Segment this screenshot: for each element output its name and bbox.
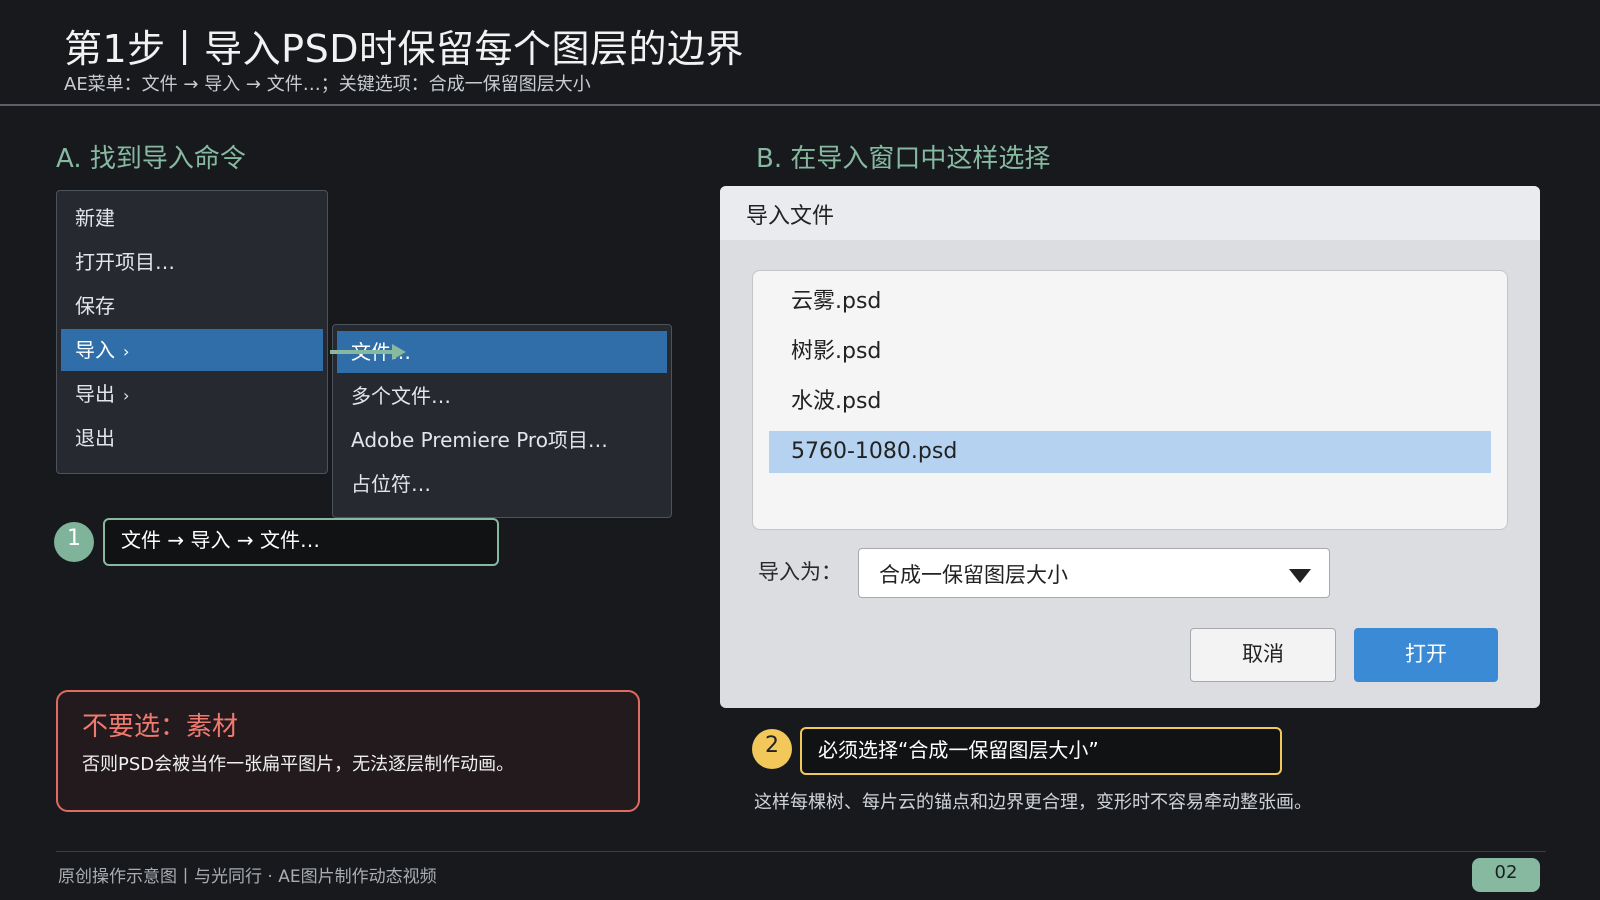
file-item[interactable]: 水波.psd <box>769 381 1491 423</box>
menu-item-open-project[interactable]: 打开项目… <box>61 241 323 283</box>
open-button[interactable]: 打开 <box>1354 628 1498 682</box>
menu-item-new[interactable]: 新建 <box>61 197 323 239</box>
step-badge-2: 2 <box>752 729 792 769</box>
menu-item-label: 占位符… <box>351 472 431 496</box>
step-1-callout: 文件 → 导入 → 文件… <box>103 518 499 566</box>
footer-credit: 原创操作示意图丨与光同行 · AE图片制作动态视频 <box>58 867 437 887</box>
cancel-button[interactable]: 取消 <box>1190 628 1336 682</box>
file-item-selected[interactable]: 5760-1080.psd <box>769 431 1491 473</box>
section-a-heading: A. 找到导入命令 <box>56 144 246 174</box>
chevron-right-icon: › <box>123 342 130 361</box>
import-file-dialog: 导入文件 云雾.psd 树影.psd 水波.psd 5760-1080.psd … <box>720 186 1540 708</box>
menu-item-exit[interactable]: 退出 <box>61 417 323 459</box>
page-number: 02 <box>1472 858 1540 892</box>
menu-item-label: 导入 <box>75 338 115 362</box>
menu-item-save[interactable]: 保存 <box>61 285 323 327</box>
menu-item-label: 打开项目… <box>75 250 175 274</box>
submenu-item-multiple-files[interactable]: 多个文件… <box>337 375 667 417</box>
footer-divider <box>56 851 1546 852</box>
submenu-item-premiere-project[interactable]: Adobe Premiere Pro项目… <box>337 419 667 461</box>
arrow-right-icon <box>392 344 406 360</box>
step-2-note: 这样每棵树、每片云的锚点和边界更合理，变形时不容易牵动整张画。 <box>754 792 1312 813</box>
submenu-item-placeholder[interactable]: 占位符… <box>337 463 667 505</box>
import-as-value: 合成一保留图层大小 <box>879 563 1068 587</box>
warning-box: 不要选：素材 否则PSD会被当作一张扁平图片，无法逐层制作动画。 <box>56 690 640 812</box>
header-divider <box>0 104 1600 106</box>
section-b-heading: B. 在导入窗口中这样选择 <box>756 144 1051 174</box>
menu-item-export[interactable]: 导出 › <box>61 373 323 415</box>
file-item[interactable]: 云雾.psd <box>769 281 1491 323</box>
menu-item-label: 多个文件… <box>351 384 451 408</box>
file-item[interactable]: 树影.psd <box>769 331 1491 373</box>
menu-item-label: 新建 <box>75 206 115 230</box>
slide-title: 第1步丨导入PSD时保留每个图层的边界 <box>64 27 744 71</box>
menu-item-label: 退出 <box>75 426 115 450</box>
pointer-arrow-line <box>330 350 392 354</box>
menu-item-label: Adobe Premiere Pro项目… <box>351 428 608 452</box>
menu-item-import[interactable]: 导入 › <box>61 329 323 371</box>
chevron-down-icon <box>1289 569 1311 583</box>
menu-item-label: 保存 <box>75 294 115 318</box>
menu-item-label: 导出 <box>75 382 115 406</box>
step-badge-1: 1 <box>54 522 94 562</box>
step-2-callout: 必须选择“合成一保留图层大小” <box>800 727 1282 775</box>
dialog-title: 导入文件 <box>746 204 835 229</box>
dialog-titlebar: 导入文件 <box>720 186 1540 240</box>
import-as-dropdown[interactable]: 合成一保留图层大小 <box>858 548 1330 598</box>
slide-subtitle: AE菜单：文件 → 导入 → 文件…；关键选项：合成一保留图层大小 <box>64 74 591 95</box>
file-list[interactable]: 云雾.psd 树影.psd 水波.psd 5760-1080.psd <box>752 270 1508 530</box>
warning-text: 否则PSD会被当作一张扁平图片，无法逐层制作动画。 <box>82 754 515 775</box>
file-menu: 新建 打开项目… 保存 导入 › 导出 › 退出 <box>56 190 328 474</box>
warning-title: 不要选：素材 <box>82 712 239 742</box>
chevron-right-icon: › <box>123 386 130 405</box>
import-as-label: 导入为： <box>758 560 842 584</box>
